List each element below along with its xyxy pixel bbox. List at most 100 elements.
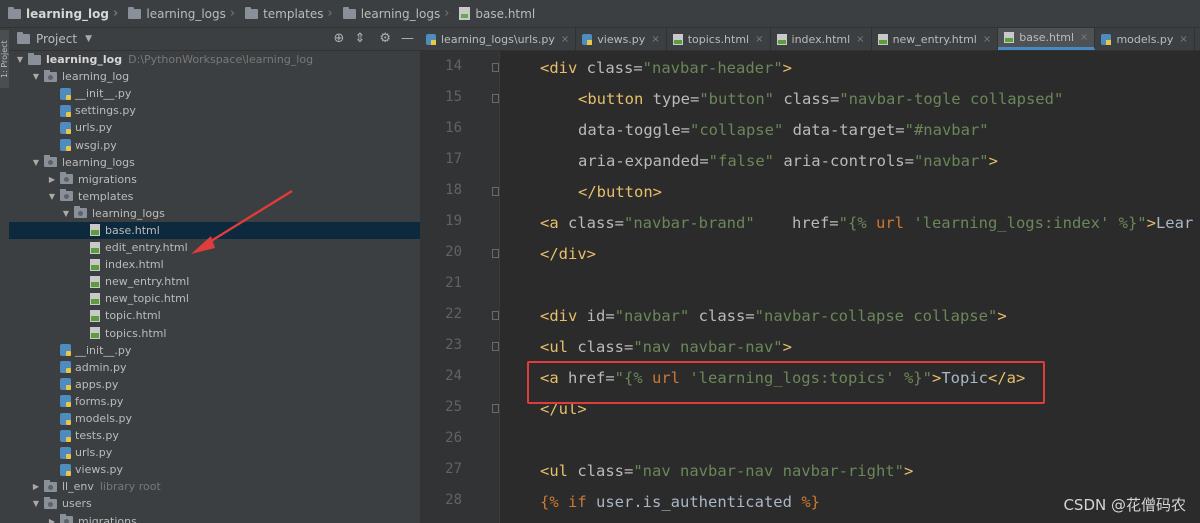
fold-marker-icon[interactable] [492, 342, 499, 351]
editor-tab[interactable]: base.html × [998, 28, 1096, 50]
expand-open-icon[interactable]: ▼ [61, 209, 71, 218]
line-number: 14 [445, 58, 462, 74]
tree-item[interactable]: ▶models.py [9, 410, 420, 427]
editor-tab[interactable]: learning_logs\urls.py × [420, 28, 577, 50]
code-token: class= [586, 59, 643, 77]
expand-open-icon[interactable]: ▼ [15, 55, 25, 64]
tree-item-label: new_entry.html [105, 275, 190, 289]
expand-open-icon[interactable]: ▼ [31, 499, 41, 508]
line-number: 17 [445, 151, 462, 167]
breadcrumb-item[interactable]: base.html [459, 7, 535, 21]
tree-item[interactable]: ▶apps.py [9, 376, 420, 393]
tree-item[interactable]: ▼ users [9, 495, 420, 512]
tree-item[interactable]: ▶urls.py [9, 119, 420, 136]
code-token: aria-expanded= [578, 152, 709, 170]
fold-marker-icon[interactable] [492, 63, 499, 72]
tree-item[interactable]: ▼ learning_logs [9, 154, 420, 171]
hide-panel-icon[interactable]: — [401, 31, 414, 46]
fold-marker-icon[interactable] [492, 187, 499, 196]
code-token: if [568, 493, 596, 511]
breadcrumb-item[interactable]: learning_logs › [128, 6, 241, 21]
tree-item-label: new_topic.html [105, 292, 189, 306]
project-view-selector[interactable]: Project ▼ [17, 32, 92, 46]
tree-item[interactable]: ▶index.html [9, 256, 420, 273]
code-token: id= [586, 307, 615, 325]
close-tab-icon[interactable]: × [561, 34, 569, 45]
html-file-icon [90, 275, 100, 288]
line-number: 20 [445, 244, 462, 260]
editor-tab[interactable]: new_entry.html × [872, 28, 999, 50]
expand-closed-icon[interactable]: ▶ [47, 517, 57, 523]
tree-item[interactable]: ▶topic.html [9, 307, 420, 324]
code-token: "nav navbar-nav navbar-right" [633, 462, 904, 480]
html-file-icon [90, 292, 100, 305]
tree-item[interactable]: ▶tests.py [9, 427, 420, 444]
code-token: url [875, 214, 914, 232]
breadcrumb-item[interactable]: templates › [245, 6, 339, 21]
tree-item[interactable]: ▶topics.html [9, 325, 420, 342]
editor-tab[interactable]: views.py × [576, 28, 667, 50]
breadcrumb-separator-icon: › [327, 6, 333, 21]
tree-item[interactable]: ▶admin.py [9, 359, 420, 376]
folder-icon [342, 6, 356, 19]
project-toolbar: Project ▼ ⊕ ⇕ ⚙ — [9, 28, 420, 51]
python-file-icon [60, 378, 71, 391]
tree-item[interactable]: ▶new_topic.html [9, 290, 420, 307]
tree-item-label: migrations [78, 172, 137, 186]
close-tab-icon[interactable]: × [651, 34, 659, 45]
fold-marker-icon[interactable] [492, 311, 499, 320]
tree-item[interactable]: ▶ ll_env library root [9, 478, 420, 495]
settings-icon[interactable]: ⚙ [379, 31, 391, 46]
close-tab-icon[interactable]: × [856, 34, 864, 45]
html-file-icon [90, 224, 100, 237]
tree-item[interactable]: ▶__init__.py [9, 85, 420, 102]
tree-item-label: ll_env [62, 480, 94, 494]
expand-open-icon[interactable]: ▼ [31, 158, 41, 167]
python-file-icon [426, 33, 436, 45]
editor-tab[interactable]: index.html × [771, 28, 872, 50]
code-line: <a class="navbar-brand" href="{% url 'le… [540, 208, 1193, 239]
fold-marker-icon[interactable] [492, 404, 499, 413]
tree-item-label: urls.py [75, 121, 113, 135]
tree-item[interactable]: ▶urls.py [9, 444, 420, 461]
tree-item[interactable]: ▶wsgi.py [9, 136, 420, 153]
tree-item[interactable]: ▶new_entry.html [9, 273, 420, 290]
code-token: > [1146, 214, 1156, 232]
editor-tab[interactable]: models.py × [1095, 28, 1195, 50]
editor-tab[interactable]: topics.html × [667, 28, 771, 50]
tree-item[interactable]: ▶__init__.py [9, 342, 420, 359]
expand-open-icon[interactable]: ▼ [31, 72, 41, 81]
folder-icon [60, 189, 73, 202]
tree-item[interactable]: ▶settings.py [9, 102, 420, 119]
breadcrumb-separator-icon: › [444, 6, 450, 21]
breadcrumb-item[interactable]: learning_logs › [342, 6, 456, 21]
code-editor[interactable]: <div class="navbar-header"> <button type=… [500, 51, 1200, 523]
close-tab-icon[interactable]: × [755, 34, 763, 45]
locate-icon[interactable]: ⊕ [334, 31, 345, 46]
expand-closed-icon[interactable]: ▶ [31, 482, 41, 491]
folder-icon [245, 6, 259, 19]
folder-icon [44, 69, 57, 82]
tree-item[interactable]: ▶forms.py [9, 393, 420, 410]
tree-item[interactable]: ▶ migrations [9, 513, 420, 523]
collapse-all-icon[interactable]: ⇕ [354, 31, 365, 46]
close-tab-icon[interactable]: × [1179, 34, 1187, 45]
code-token: data-target= [792, 121, 905, 139]
close-tab-icon[interactable]: × [983, 34, 991, 45]
tree-item[interactable]: ▶ migrations [9, 171, 420, 188]
line-number: 26 [445, 430, 462, 446]
fold-marker-icon[interactable] [492, 94, 499, 103]
project-tool-tab[interactable]: 1: Project [0, 30, 9, 88]
tree-item[interactable]: ▼ learning_log [9, 68, 420, 85]
chevron-down-icon: ▼ [85, 34, 92, 44]
expand-closed-icon[interactable]: ▶ [47, 175, 57, 184]
tree-item[interactable]: ▼ learning_log D:\PythonWorkspace\learning… [9, 51, 420, 68]
code-token: > [997, 307, 1007, 325]
tree-item[interactable]: ▶views.py [9, 461, 420, 478]
expand-open-icon[interactable]: ▼ [47, 192, 57, 201]
fold-marker-icon[interactable] [492, 249, 499, 258]
breadcrumb-item[interactable]: learning_log › [8, 6, 124, 21]
editor-tab[interactable]: settings.py [1195, 28, 1200, 50]
close-tab-icon[interactable]: × [1080, 32, 1088, 43]
project-panel: Project ▼ ⊕ ⇕ ⚙ — ▼ learning_log D:\Python… [9, 28, 420, 523]
